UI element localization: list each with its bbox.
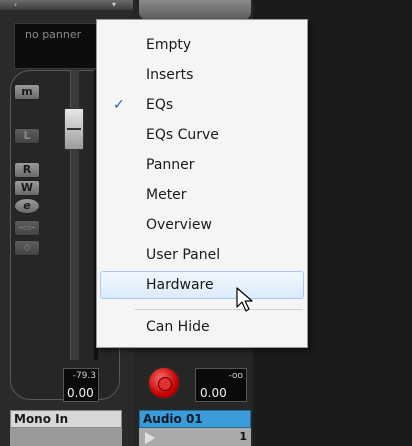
menu-item-meter[interactable]: Meter [100,181,304,209]
read-automation-button[interactable]: R [14,162,40,178]
volume-value: 0.00 [200,386,227,400]
level-readout[interactable]: -oo 0.00 [195,368,247,402]
write-automation-button[interactable]: W [14,180,40,196]
play-triangle-icon [145,432,155,444]
menu-item-label: Can Hide [146,319,210,335]
menu-item-label: Overview [146,217,212,233]
channel-number: 1 [239,430,247,443]
insert-bypass-icon[interactable]: -▭- [14,220,40,236]
menu-item-label: Meter [146,187,187,203]
menu-item-empty[interactable]: Empty [100,31,304,59]
menu-item-hardware[interactable]: Hardware [100,271,304,299]
expand-arrow-icon[interactable]: ▾ [112,0,116,10]
channel-footer [10,428,122,446]
menu-item-label: Hardware [146,277,214,293]
peak-value: -oo [228,371,243,381]
menu-item-can-hide[interactable]: Can Hide [100,313,304,341]
menu-item-label: Empty [146,37,192,53]
menu-item-label: EQs Curve [146,127,219,143]
level-readout[interactable]: -79.3 0.00 [63,368,99,402]
volume-value: 0.00 [67,386,94,400]
routing-icon[interactable]: ◇ [14,240,40,256]
panner-text: no panner [25,28,82,41]
menu-separator [135,309,303,310]
arrow-pointer-icon [236,287,253,312]
menu-item-label: Panner [146,157,195,173]
channel-name-label[interactable]: Mono In [10,410,122,428]
mixer-window: ‹ ▾ no panner m L R W e -▭- ◇ -79.3 0.00… [0,0,412,446]
fader-handle[interactable] [64,108,84,150]
peak-value: -79.3 [72,371,96,381]
strip-header[interactable] [139,0,251,20]
collapse-arrow-icon[interactable]: ‹ [14,0,17,10]
menu-item-user-panel[interactable]: User Panel [100,241,304,269]
menu-item-label: User Panel [146,247,221,263]
menu-item-eqs[interactable]: ✓ EQs [100,91,304,119]
menu-item-label: Inserts [146,67,194,83]
menu-item-inserts[interactable]: Inserts [100,61,304,89]
record-enable-button[interactable] [147,366,181,400]
menu-item-label: EQs [146,97,174,113]
check-icon: ✓ [113,97,125,113]
edit-channel-button[interactable]: e [14,198,40,214]
channel-name-label[interactable]: Audio 01 [139,410,251,428]
context-menu: Empty Inserts ✓ EQs EQs Curve Panner Met… [96,19,308,348]
mute-button[interactable]: m [14,84,40,100]
menu-item-panner[interactable]: Panner [100,151,304,179]
menu-item-eqs-curve[interactable]: EQs Curve [100,121,304,149]
channel-footer: 1 [139,428,251,446]
strip-header[interactable]: ‹ ▾ [0,0,133,10]
listen-button[interactable]: L [14,128,40,144]
menu-item-overview[interactable]: Overview [100,211,304,239]
